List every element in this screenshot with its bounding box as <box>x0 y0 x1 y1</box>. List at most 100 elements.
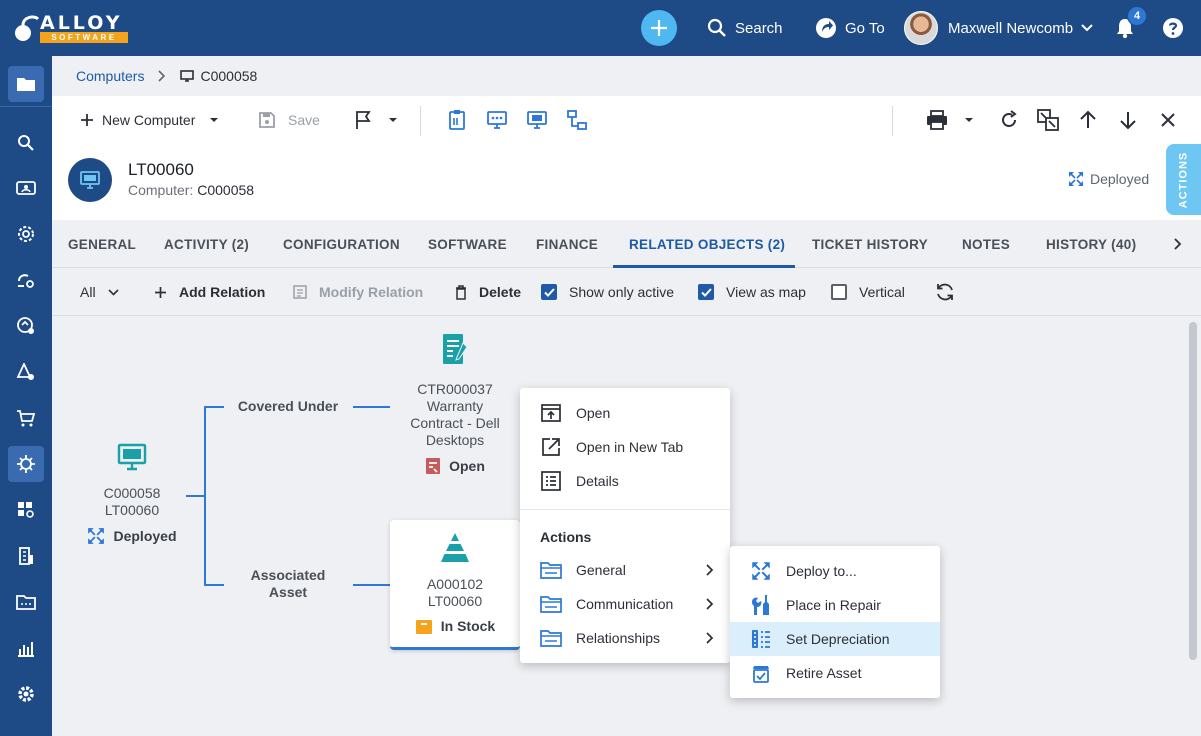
tab-related-objects[interactable]: RELATED OBJECTS (2) <box>629 220 785 268</box>
asset-pyramid-icon <box>441 533 469 562</box>
previous-button[interactable] <box>1079 96 1097 144</box>
alloy-logo[interactable]: ALLOY SOFTWARE <box>14 10 134 46</box>
nav-reports[interactable] <box>8 630 44 666</box>
submenu-item-deploy[interactable]: Deploy to... <box>730 554 940 588</box>
search-button[interactable]: Search <box>707 0 783 56</box>
nav-locations[interactable] <box>8 538 44 574</box>
nav-computers[interactable] <box>8 446 44 482</box>
submenu-item-retire[interactable]: Retire Asset <box>730 656 940 690</box>
breadcrumb-computers[interactable]: Computers <box>76 68 144 84</box>
tab-general[interactable]: GENERAL <box>68 220 136 268</box>
check-icon <box>700 287 712 297</box>
nav-purchasing[interactable] <box>8 400 44 436</box>
remote-desktop-button[interactable] <box>486 96 508 144</box>
submenu-item-label: Place in Repair <box>786 597 881 613</box>
building-icon <box>19 547 33 565</box>
tab-activity[interactable]: ACTIVITY (2) <box>164 220 249 268</box>
nav-objects[interactable] <box>8 66 44 102</box>
repair-icon-wrap <box>750 594 772 616</box>
folder-icon-wrap <box>540 593 562 615</box>
tab-software[interactable]: SOFTWARE <box>428 220 507 268</box>
new-computer-button[interactable]: New Computer <box>80 96 219 144</box>
arrow-down-icon <box>1120 112 1136 130</box>
menu-group-general[interactable]: General <box>520 553 730 587</box>
menu-group-communication[interactable]: Communication <box>520 587 730 621</box>
clipboard-button[interactable] <box>447 96 467 144</box>
contract-status: Open <box>395 457 515 475</box>
nav-tickets[interactable] <box>8 170 44 206</box>
show-only-active-checkbox[interactable]: Show only active <box>541 268 674 316</box>
nav-folders[interactable] <box>8 584 44 620</box>
contract-id: CTR000037 <box>417 381 493 397</box>
filter-dropdown[interactable]: All <box>80 268 119 316</box>
nav-software[interactable] <box>8 492 44 528</box>
monitor-icon <box>80 171 100 189</box>
chevron-right-icon <box>1174 238 1182 250</box>
connector-line <box>353 406 390 408</box>
submenu-item-label: Set Depreciation <box>786 631 890 647</box>
modify-relation-button[interactable]: Modify Relation <box>293 268 423 316</box>
menu-item-label: Open in New Tab <box>576 439 684 455</box>
goto-button[interactable]: Go To <box>815 0 885 56</box>
plus-icon <box>651 20 667 36</box>
add-relation-button[interactable]: Add Relation <box>154 268 265 316</box>
show-only-active-label: Show only active <box>569 284 675 300</box>
close-button[interactable] <box>1160 96 1176 144</box>
network-button[interactable] <box>566 96 588 144</box>
monitor-button[interactable] <box>526 96 548 144</box>
delete-relation-button[interactable]: Delete <box>455 268 521 316</box>
chevron-right-icon <box>706 564 714 576</box>
submenu-item-set-depreciation[interactable]: Set Depreciation <box>730 622 940 656</box>
tab-notes[interactable]: NOTES <box>962 220 1010 268</box>
software-icon <box>18 502 34 518</box>
folder-icon <box>540 562 562 579</box>
nav-service[interactable] <box>8 308 44 344</box>
details-icon-wrap <box>540 470 562 492</box>
vertical-checkbox[interactable]: Vertical <box>831 268 905 316</box>
print-button[interactable] <box>926 96 974 144</box>
change-icon <box>18 274 34 288</box>
map-root-node[interactable]: C000058 LT00060 Deployed <box>72 441 192 545</box>
tab-finance[interactable]: FINANCE <box>536 220 598 268</box>
actions-heading: Actions <box>540 529 592 545</box>
goto-icon <box>816 18 836 38</box>
nav-settings[interactable] <box>8 676 44 712</box>
tab-configuration[interactable]: CONFIGURATION <box>283 220 400 268</box>
tab-history[interactable]: HISTORY (40) <box>1046 220 1136 268</box>
help-button[interactable] <box>1162 0 1184 56</box>
menu-group-relationships[interactable]: Relationships <box>520 621 730 655</box>
map-node-asset[interactable]: A000102 LT00060 In Stock <box>390 520 520 650</box>
map-node-contract[interactable]: CTR000037 Warranty Contract - Dell Deskt… <box>395 333 515 475</box>
refresh-icon <box>1002 110 1017 127</box>
nav-assets[interactable] <box>8 354 44 390</box>
tab-ticket-history[interactable]: TICKET HISTORY <box>812 220 928 268</box>
monitor-icon <box>527 111 547 129</box>
user-menu[interactable]: Maxwell Newcomb <box>904 0 1093 56</box>
top-bar: ALLOY SOFTWARE Search Go To Maxwell Newc… <box>0 0 1201 56</box>
toolbar: New Computer Save <box>52 96 1201 144</box>
vertical-scrollbar[interactable] <box>1189 322 1197 660</box>
save-button[interactable]: Save <box>258 96 320 144</box>
plus-icon <box>155 286 166 298</box>
submenu-item-repair[interactable]: Place in Repair <box>730 588 940 622</box>
menu-item-open-new-tab[interactable]: Open in New Tab <box>520 430 730 464</box>
refresh-map-button[interactable] <box>934 268 956 316</box>
nav-search[interactable] <box>8 125 44 161</box>
view-as-map-checkbox[interactable]: View as map <box>698 268 806 316</box>
refresh-button[interactable] <box>999 96 1019 144</box>
actions-panel-tab[interactable]: ACTIONS <box>1166 144 1201 215</box>
tabs-scroll-right[interactable] <box>1174 220 1182 268</box>
expand-collapse-button[interactable] <box>1037 96 1059 144</box>
deploy-icon <box>752 562 770 580</box>
nav-config[interactable] <box>8 216 44 252</box>
contract-status-label: Open <box>449 457 485 474</box>
search-icon <box>707 18 726 37</box>
flag-button[interactable] <box>354 96 398 144</box>
quick-add-button[interactable] <box>641 10 677 46</box>
menu-item-details[interactable]: Details <box>520 464 730 498</box>
logo-subtitle: SOFTWARE <box>40 32 128 43</box>
folder-icon <box>540 596 562 613</box>
menu-item-open[interactable]: Open <box>520 396 730 430</box>
nav-change[interactable] <box>8 262 44 298</box>
next-button[interactable] <box>1119 96 1137 144</box>
